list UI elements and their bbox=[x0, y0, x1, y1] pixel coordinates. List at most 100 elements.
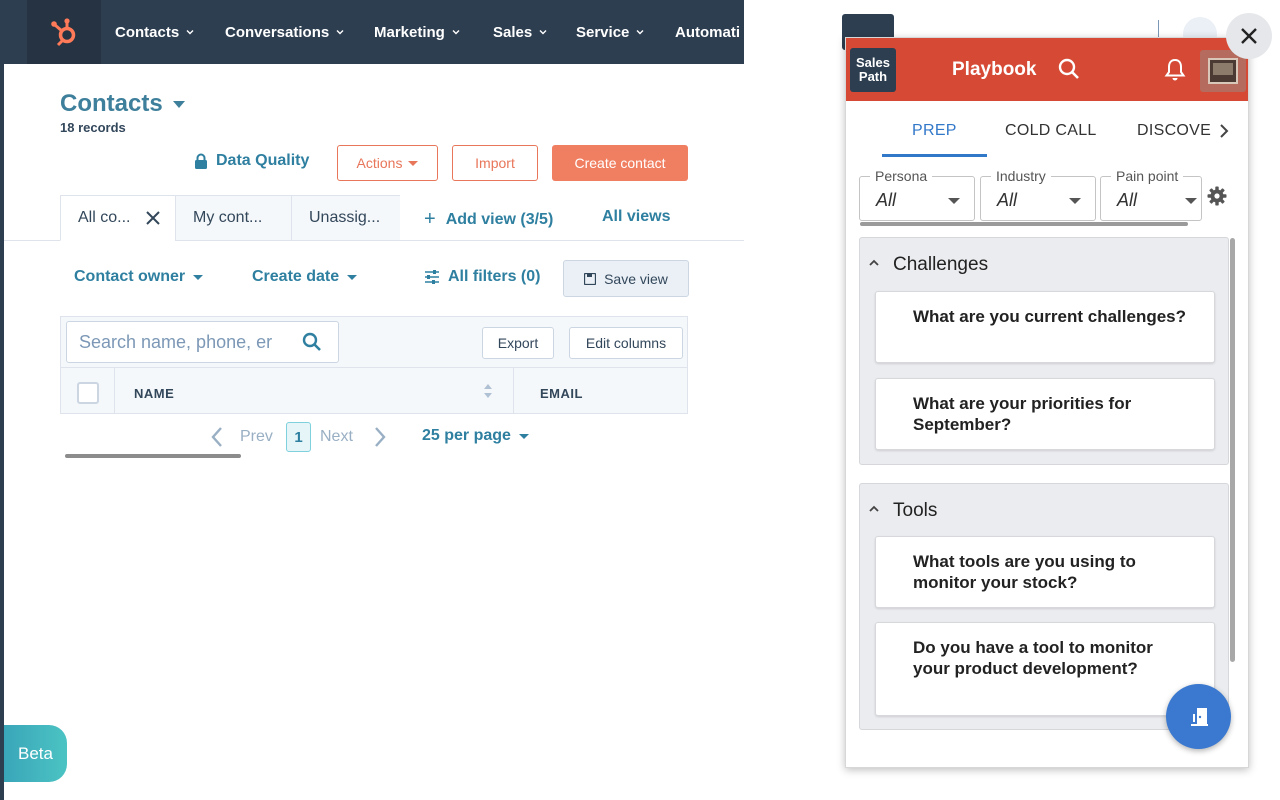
beta-badge[interactable]: Beta bbox=[4, 725, 67, 782]
door-exit-icon bbox=[1190, 707, 1208, 726]
all-views-link[interactable]: All views bbox=[602, 208, 670, 226]
import-button[interactable]: Import bbox=[452, 145, 538, 181]
export-label: Export bbox=[497, 335, 539, 351]
section-title: Tools bbox=[893, 500, 938, 521]
table-header: NAME EMAIL bbox=[61, 367, 687, 458]
create-contact-button[interactable]: Create contact bbox=[552, 145, 688, 181]
nav-marketing[interactable]: Marketing bbox=[374, 0, 461, 64]
industry-label: Industry bbox=[991, 168, 1051, 184]
select-all-checkbox[interactable] bbox=[77, 382, 99, 404]
save-view-label: Save view bbox=[604, 270, 668, 287]
tab-label: My cont... bbox=[193, 209, 263, 226]
tab-my-contacts[interactable]: My cont... bbox=[175, 195, 292, 241]
sliders-icon bbox=[425, 270, 439, 284]
save-view-button[interactable]: Save view bbox=[563, 260, 689, 297]
edit-columns-button[interactable]: Edit columns bbox=[569, 327, 683, 359]
prev-label: Prev bbox=[240, 428, 273, 445]
filters-scrollbar[interactable] bbox=[860, 222, 1188, 226]
nav-service[interactable]: Service bbox=[576, 0, 645, 64]
question-text: Do you have a tool to monitor your produ… bbox=[913, 638, 1153, 678]
nav-contacts[interactable]: Contacts bbox=[115, 0, 195, 64]
contacts-table: Search name, phone, er Export Edit colum… bbox=[60, 316, 688, 458]
data-quality-link[interactable]: Data Quality bbox=[194, 152, 309, 170]
tab-unassigned[interactable]: Unassig... bbox=[291, 195, 400, 241]
close-icon[interactable] bbox=[145, 210, 161, 226]
pain-point-select[interactable]: Pain point All bbox=[1100, 168, 1202, 221]
nav-automation[interactable]: Automati bbox=[675, 0, 740, 64]
caret-down-icon bbox=[172, 100, 185, 108]
question-card[interactable]: Do you have a tool to monitor your produ… bbox=[875, 622, 1215, 716]
filter-label: Create date bbox=[252, 268, 340, 285]
page-number-button[interactable]: 1 bbox=[286, 422, 311, 452]
nav-sales[interactable]: Sales bbox=[493, 0, 548, 64]
column-header-email[interactable]: EMAIL bbox=[540, 386, 583, 401]
caret-down-icon bbox=[193, 274, 204, 280]
column-header-name[interactable]: NAME bbox=[134, 386, 174, 401]
actions-label: Actions bbox=[356, 155, 403, 171]
all-filters-label: All filters (0) bbox=[448, 268, 541, 285]
column-divider bbox=[114, 368, 115, 414]
question-card[interactable]: What tools are you using to monitor your… bbox=[875, 536, 1215, 608]
add-view-label: Add view (3/5) bbox=[445, 210, 554, 228]
all-filters-button[interactable]: All filters (0) bbox=[424, 268, 540, 286]
caret-down-icon bbox=[408, 160, 419, 166]
nav-conversations[interactable]: Conversations bbox=[225, 0, 345, 64]
actions-button[interactable]: Actions bbox=[337, 145, 438, 181]
search-icon bbox=[302, 332, 321, 351]
hubspot-contacts-page: Contacts Conversations Marketing Sales S… bbox=[4, 0, 744, 800]
persona-label: Persona bbox=[870, 168, 933, 184]
pain-point-value: All bbox=[1117, 190, 1138, 210]
prev-page-button[interactable]: Prev bbox=[210, 422, 273, 452]
contact-owner-filter[interactable]: Contact owner bbox=[74, 268, 204, 286]
playbook-header: Sales Path Playbook bbox=[846, 38, 1248, 101]
search-input[interactable]: Search name, phone, er bbox=[66, 321, 339, 363]
import-label: Import bbox=[475, 155, 515, 171]
horizontal-scrollbar[interactable] bbox=[65, 454, 241, 458]
sort-icon[interactable] bbox=[483, 382, 493, 400]
per-page-select[interactable]: 25 per page bbox=[422, 427, 529, 445]
tab-all-contacts[interactable]: All co... bbox=[60, 195, 176, 241]
tab-prep[interactable]: PREP bbox=[912, 122, 957, 140]
data-quality-label: Data Quality bbox=[216, 152, 310, 169]
close-icon bbox=[1241, 28, 1257, 44]
nav-label: Conversations bbox=[225, 23, 330, 41]
question-card[interactable]: What are your priorities for September? bbox=[875, 378, 1215, 450]
vertical-scrollbar[interactable] bbox=[1230, 238, 1235, 662]
chevron-left-icon bbox=[211, 427, 222, 447]
industry-select[interactable]: Industry All bbox=[980, 168, 1096, 221]
page-title-text: Contacts bbox=[60, 90, 163, 117]
persona-select[interactable]: Persona All bbox=[859, 168, 975, 221]
next-page-button[interactable]: Next bbox=[320, 422, 387, 452]
nav-label: Marketing bbox=[374, 23, 445, 41]
page-title[interactable]: Contacts bbox=[60, 90, 185, 118]
search-placeholder: Search name, phone, er bbox=[79, 331, 273, 352]
lock-icon bbox=[195, 153, 207, 169]
question-text: What tools are you using to monitor your… bbox=[913, 552, 1136, 592]
tab-label: Unassig... bbox=[309, 209, 381, 226]
add-view-button[interactable]: + Add view (3/5) bbox=[424, 208, 553, 231]
active-tab-indicator bbox=[882, 154, 987, 157]
sales-path-logo[interactable]: Sales Path bbox=[850, 48, 896, 92]
exit-button[interactable] bbox=[1166, 684, 1231, 749]
chevron-right-icon bbox=[375, 427, 386, 447]
hubspot-logo[interactable] bbox=[27, 0, 101, 64]
column-divider bbox=[513, 368, 514, 414]
gear-icon[interactable] bbox=[1207, 186, 1227, 206]
chevron-down-icon bbox=[539, 30, 547, 35]
tab-cold-call[interactable]: COLD CALL bbox=[1005, 122, 1097, 140]
search-icon[interactable] bbox=[1058, 58, 1080, 80]
question-card[interactable]: What are you current challenges? bbox=[875, 291, 1215, 363]
chevron-right-icon[interactable] bbox=[1218, 123, 1230, 139]
close-panel-button[interactable] bbox=[1226, 13, 1272, 59]
per-page-label: 25 per page bbox=[422, 427, 511, 444]
export-button[interactable]: Export bbox=[482, 327, 554, 359]
question-text: What are your priorities for September? bbox=[913, 394, 1132, 434]
chevron-up-icon bbox=[869, 259, 879, 266]
create-date-filter[interactable]: Create date bbox=[252, 268, 358, 286]
chevron-up-icon bbox=[869, 505, 879, 512]
bell-icon[interactable] bbox=[1164, 58, 1186, 82]
chevron-down-icon bbox=[452, 30, 460, 35]
tab-discovery[interactable]: DISCOVE bbox=[1137, 122, 1211, 140]
nav-label: Sales bbox=[493, 23, 533, 41]
nav-label: Automati bbox=[675, 23, 740, 41]
